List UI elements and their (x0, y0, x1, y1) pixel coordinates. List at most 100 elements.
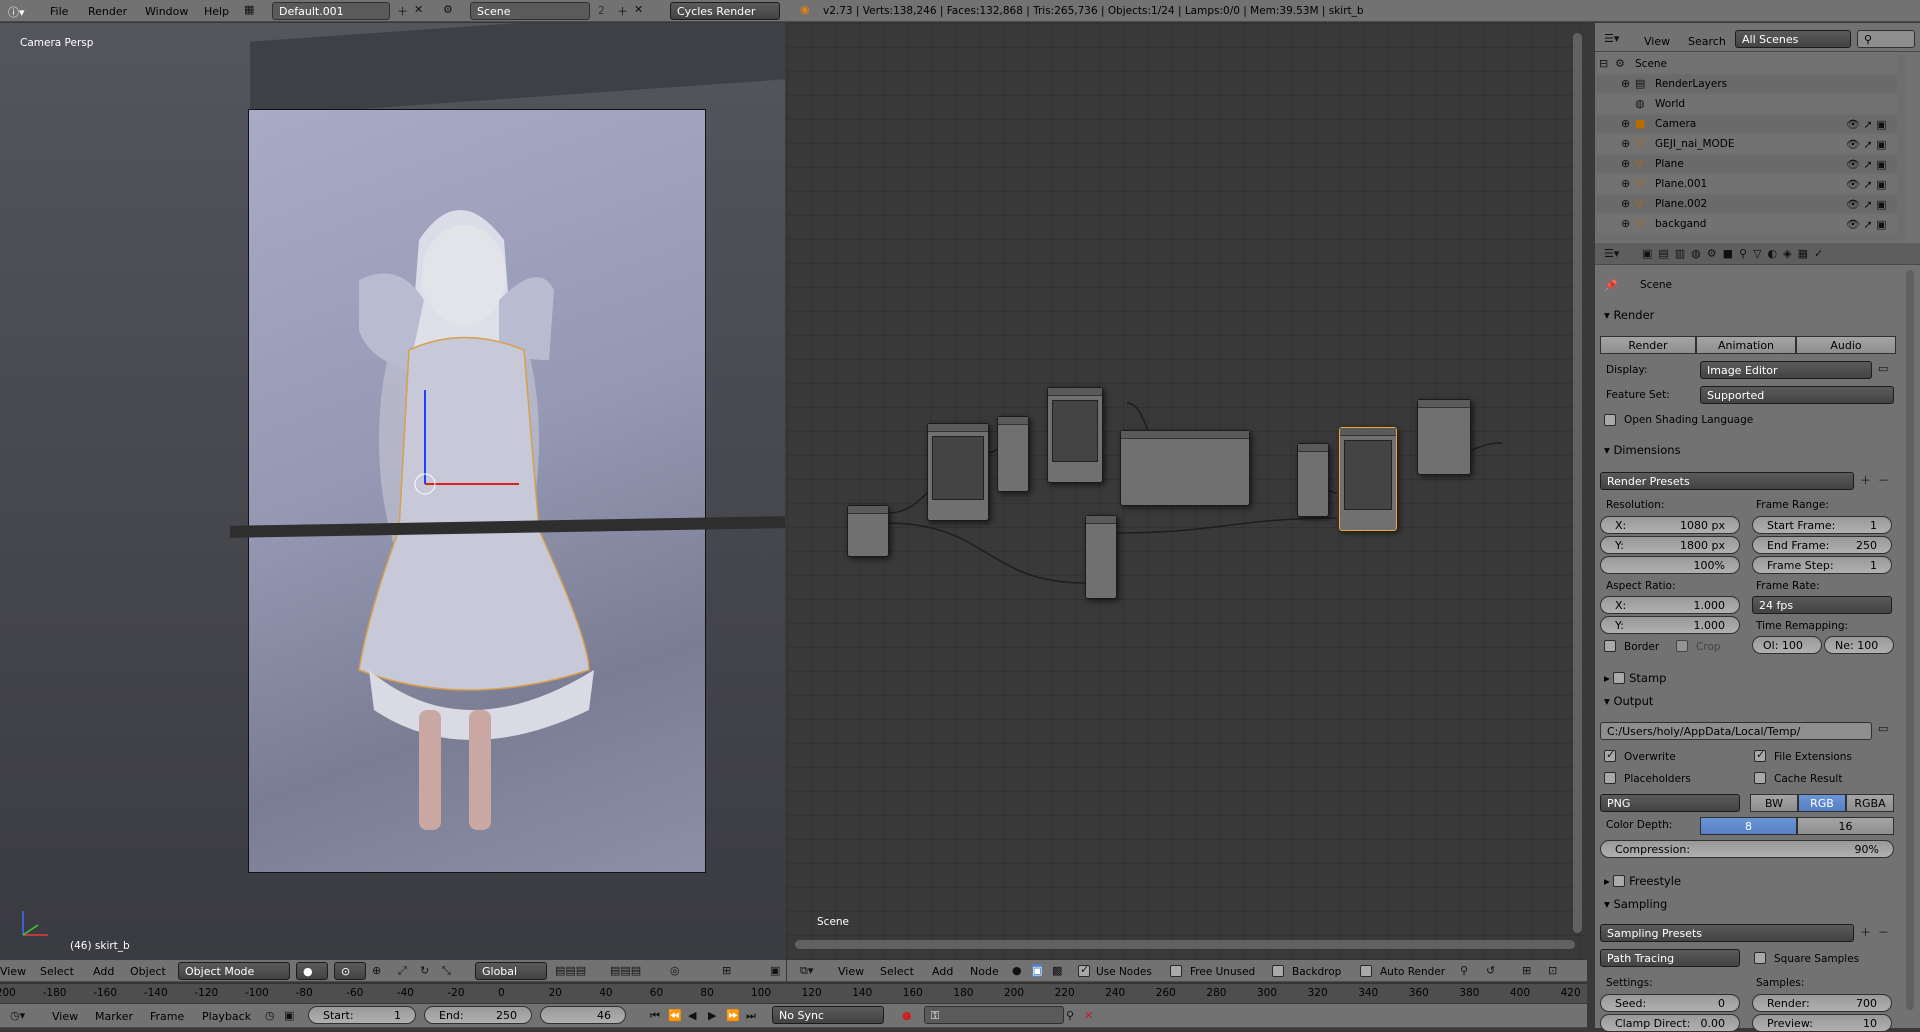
node-tool-icon-2[interactable]: ⊡ (1548, 964, 1557, 977)
osl-checkbox[interactable] (1604, 414, 1616, 426)
seed-field[interactable]: Seed: 0 (1600, 994, 1740, 1012)
timeline-menu-playback[interactable]: Playback (202, 1010, 251, 1023)
placeholders-checkbox[interactable] (1604, 772, 1616, 784)
dimensions-panel-header[interactable]: ▾ Dimensions (1600, 440, 1900, 460)
freestyle-checkbox[interactable] (1613, 875, 1626, 887)
resolution-y-field[interactable]: Y: 1800 px (1600, 536, 1740, 554)
start-field[interactable]: Start: 1 (308, 1006, 416, 1024)
current-frame-field[interactable]: 46 (540, 1006, 626, 1024)
outliner-row-world[interactable]: ◍ World (1597, 95, 1897, 113)
end-frame-field[interactable]: End Frame: 250 (1752, 536, 1892, 554)
menu-window[interactable]: Window (145, 5, 188, 18)
expand-icon[interactable]: ⊕ (1621, 117, 1630, 130)
preview-samples-field[interactable]: Preview: 10 (1752, 1014, 1892, 1032)
orientation-select[interactable]: Global (475, 962, 547, 980)
start-frame-field[interactable]: Start Frame: 1 (1752, 516, 1892, 534)
viewport-menu-select[interactable]: Select (40, 965, 74, 978)
backdrop-checkbox[interactable] (1272, 965, 1284, 977)
sampling-panel-header[interactable]: ▾ Sampling (1600, 894, 1900, 914)
menu-render[interactable]: Render (88, 5, 127, 18)
compositing-nodes-icon[interactable]: ▣ (1032, 964, 1043, 977)
expand-icon[interactable]: ⊟ (1599, 57, 1608, 70)
rotate-icon[interactable]: ↻ (420, 964, 429, 977)
info-editor-icon[interactable]: ⓘ▾ (8, 4, 25, 20)
timeline-menu-frame[interactable]: Frame (150, 1010, 184, 1023)
remove-scene-icon[interactable]: ✕ (634, 3, 643, 16)
properties-scrollbar[interactable] (1906, 270, 1914, 1010)
viewport-menu-object[interactable]: Object (130, 965, 166, 978)
jump-end-icon[interactable]: ⏭ (746, 1009, 756, 1023)
remove-layout-icon[interactable]: ✕ (414, 3, 423, 16)
frame-rate-select[interactable]: 24 fps (1752, 596, 1892, 614)
folder-icon[interactable]: ▭ (1878, 722, 1888, 735)
translate-icon[interactable]: ⤢ (398, 964, 407, 978)
resolution-x-field[interactable]: X: 1080 px (1600, 516, 1740, 534)
add-sampling-preset-icon[interactable]: ＋ (1860, 924, 1871, 940)
node-menu-view[interactable]: View (838, 965, 864, 978)
shader-nodes-icon[interactable]: ● (1012, 964, 1022, 977)
menu-file[interactable]: File (50, 5, 68, 18)
integrator-select[interactable]: Path Tracing (1600, 949, 1740, 967)
depth-8-button[interactable]: 8 (1700, 817, 1797, 835)
play-reverse-icon[interactable]: ◀ (688, 1009, 696, 1022)
output-path-input[interactable]: C:/Users/holy/AppData/Local/Temp/ (1600, 722, 1872, 740)
node-menu-select[interactable]: Select (880, 965, 914, 978)
color-rgba-button[interactable]: RGBA (1846, 794, 1894, 812)
node-composite[interactable] (1417, 399, 1471, 475)
sync-select[interactable]: No Sync (772, 1006, 884, 1024)
expand-icon[interactable]: ⊕ (1621, 77, 1630, 90)
stamp-panel-header[interactable]: ▸ Stamp (1600, 667, 1900, 687)
file-extensions-checkbox[interactable] (1754, 748, 1766, 762)
color-rgb-button[interactable]: RGB (1798, 794, 1846, 812)
scene-field[interactable]: Scene (470, 2, 590, 20)
resolution-percentage-field[interactable]: 100% (1600, 556, 1740, 574)
audio-button[interactable]: Audio (1796, 336, 1896, 354)
insert-key-icon[interactable]: ⚲ (1066, 1009, 1074, 1022)
node-tool-icon[interactable]: ⊞ (1522, 964, 1531, 977)
timeline-menu-view[interactable]: View (52, 1010, 78, 1023)
delete-key-icon[interactable]: ✕ (1084, 1009, 1093, 1022)
render-engine-select[interactable]: Cycles Render (670, 2, 780, 20)
freestyle-panel-header[interactable]: ▸ Freestyle (1600, 870, 1900, 890)
border-checkbox[interactable] (1604, 640, 1616, 652)
cache-result-checkbox[interactable] (1754, 772, 1766, 784)
aspect-x-field[interactable]: X: 1.000 (1600, 596, 1740, 614)
node-mix-2[interactable] (1085, 515, 1117, 599)
depth-16-button[interactable]: 16 (1797, 817, 1894, 835)
expand-icon[interactable]: ⊕ (1621, 217, 1630, 230)
remove-sampling-preset-icon[interactable]: － (1878, 924, 1889, 940)
file-format-select[interactable]: PNG (1600, 794, 1740, 812)
frame-step-field[interactable]: Frame Step: 1 (1752, 556, 1892, 574)
play-icon[interactable]: ▶ (708, 1009, 716, 1022)
node-color-balance[interactable] (1120, 430, 1250, 506)
node-menu-add[interactable]: Add (932, 965, 953, 978)
remove-preset-icon[interactable]: － (1878, 472, 1889, 488)
node-vertical-scrollbar[interactable] (1573, 33, 1582, 933)
stamp-checkbox[interactable] (1613, 672, 1626, 684)
feature-set-select[interactable]: Supported (1700, 386, 1894, 404)
node-rgb-curves-3-selected[interactable] (1339, 427, 1397, 531)
render-samples-field[interactable]: Render: 700 (1752, 994, 1892, 1012)
viewport-menu-add[interactable]: Add (93, 965, 114, 978)
outliner-menu-view[interactable]: View (1644, 35, 1670, 48)
node-horizontal-scrollbar[interactable] (795, 940, 1575, 949)
display-options-icon[interactable]: ▭ (1878, 362, 1888, 375)
output-panel-header[interactable]: ▾ Output (1600, 691, 1900, 711)
display-select[interactable]: Image Editor (1700, 361, 1872, 379)
outliner-type-icon[interactable]: ☰▾ (1604, 32, 1619, 45)
viewport-3d[interactable]: Camera Persp (46) skirt_b (0, 23, 785, 968)
add-preset-icon[interactable]: ＋ (1860, 472, 1871, 488)
next-key-icon[interactable]: ⏩ (726, 1009, 740, 1022)
pivot-select[interactable]: ⊙ (334, 962, 366, 980)
crop-checkbox[interactable] (1676, 640, 1688, 652)
outliner-visibility-column[interactable]: 👁 ➚ ▣ 👁 ➚ ▣ 👁 ➚ ▣ 👁 ➚ ▣ 👁 ➚ ▣ 👁 ➚ ▣ (1846, 115, 1906, 233)
time-remap-old-field[interactable]: Ol: 100 (1752, 636, 1822, 654)
add-layout-icon[interactable]: ＋ (397, 3, 408, 19)
node-menu-node[interactable]: Node (970, 965, 999, 978)
jump-start-icon[interactable]: ⏮ (650, 1009, 660, 1023)
snap-icon[interactable]: ⊞ (722, 964, 731, 977)
end-field[interactable]: End: 250 (424, 1006, 532, 1024)
screen-layout-field[interactable]: Default.001 (272, 2, 390, 20)
camera-view-icon[interactable]: ▣ (770, 964, 780, 977)
animation-button[interactable]: Animation (1696, 336, 1796, 354)
